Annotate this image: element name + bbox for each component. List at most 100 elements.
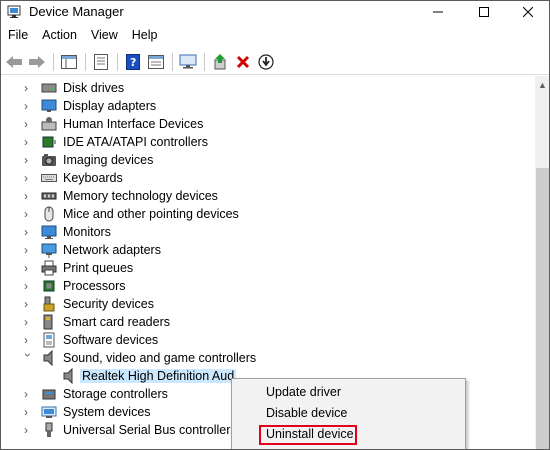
tree-item-label: Human Interface Devices bbox=[63, 117, 204, 131]
ide-controller-icon bbox=[42, 136, 56, 148]
chevron-right-icon[interactable]: › bbox=[24, 100, 34, 112]
download-icon bbox=[258, 53, 274, 70]
tree-item-label: Realtek High Definition Aud bbox=[80, 369, 237, 383]
chevron-right-icon[interactable]: › bbox=[24, 82, 34, 94]
context-menu: Update driver Disable device Uninstall d… bbox=[231, 378, 466, 449]
chevron-right-icon[interactable]: › bbox=[24, 406, 34, 418]
tree-item-memory-technology-devices[interactable]: › Memory technology devices bbox=[1, 187, 535, 205]
maximize-icon bbox=[479, 7, 489, 17]
smart-card-icon bbox=[43, 314, 53, 330]
chevron-right-icon[interactable]: › bbox=[24, 262, 34, 274]
scrollbar-thumb[interactable] bbox=[536, 168, 549, 449]
security-icon bbox=[43, 296, 55, 312]
tree-item-label: Software devices bbox=[63, 333, 159, 347]
menu-file[interactable]: File bbox=[1, 25, 35, 47]
chevron-right-icon[interactable]: › bbox=[24, 208, 34, 220]
chevron-right-icon[interactable]: › bbox=[24, 334, 34, 346]
minimize-button[interactable] bbox=[415, 1, 461, 23]
tree-item-ide-ata-atapi-controllers[interactable]: › IDE ATA/ATAPI controllers bbox=[1, 133, 535, 151]
toolbar-separator bbox=[53, 52, 54, 71]
update-driver-icon bbox=[214, 53, 226, 69]
scan-hardware-button[interactable] bbox=[177, 51, 199, 73]
chevron-right-icon[interactable]: › bbox=[24, 118, 34, 130]
tree-item-label: Monitors bbox=[63, 225, 111, 239]
minimize-icon bbox=[433, 11, 443, 13]
chevron-right-icon[interactable]: › bbox=[24, 298, 34, 310]
properties-icon bbox=[94, 53, 108, 70]
chevron-right-icon[interactable]: › bbox=[24, 316, 34, 328]
memory-icon bbox=[41, 192, 57, 200]
properties-button[interactable] bbox=[90, 51, 112, 73]
menu-help[interactable]: Help bbox=[125, 25, 165, 47]
show-hide-console-button[interactable] bbox=[58, 51, 80, 73]
chevron-right-icon[interactable]: › bbox=[24, 280, 34, 292]
context-disable-device[interactable]: Disable device bbox=[266, 406, 347, 420]
software-device-icon bbox=[43, 332, 55, 348]
tree-item-keyboards[interactable]: › Keyboards bbox=[1, 169, 535, 187]
menu-view[interactable]: View bbox=[84, 25, 125, 47]
help-icon: ? bbox=[126, 53, 140, 70]
monitor-icon bbox=[179, 54, 197, 68]
context-update-driver[interactable]: Update driver bbox=[266, 385, 341, 399]
svg-text:?: ? bbox=[130, 56, 136, 69]
tree-item-smart-card-readers[interactable]: › Smart card readers bbox=[1, 313, 535, 331]
menu-action[interactable]: Action bbox=[35, 25, 84, 47]
maximize-button[interactable] bbox=[461, 1, 507, 23]
chevron-right-icon[interactable]: › bbox=[24, 172, 34, 184]
vertical-scrollbar[interactable]: ▲ bbox=[535, 76, 549, 449]
tree-item-imaging-devices[interactable]: › Imaging devices bbox=[1, 151, 535, 169]
tree-item-label: Processors bbox=[63, 279, 126, 293]
view-icon bbox=[148, 54, 164, 69]
scroll-up-icon[interactable]: ▲ bbox=[538, 80, 547, 90]
tree-item-sound-video-game-controllers[interactable]: › Sound, video and game controllers bbox=[1, 349, 535, 367]
download-button[interactable] bbox=[255, 51, 277, 73]
tree-item-display-adapters[interactable]: › Display adapters bbox=[1, 97, 535, 115]
usb-icon bbox=[45, 422, 53, 437]
tree-item-software-devices[interactable]: › Software devices bbox=[1, 331, 535, 349]
tree-item-mice[interactable]: › Mice and other pointing devices bbox=[1, 205, 535, 223]
chevron-right-icon[interactable]: › bbox=[24, 244, 34, 256]
update-driver-button[interactable] bbox=[209, 51, 231, 73]
tree-item-label: Network adapters bbox=[63, 243, 161, 257]
tree-item-disk-drives[interactable]: › Disk drives bbox=[1, 79, 535, 97]
help-button[interactable]: ? bbox=[122, 51, 144, 73]
network-icon bbox=[41, 243, 57, 258]
view-button[interactable] bbox=[145, 51, 167, 73]
tree-item-processors[interactable]: › Processors bbox=[1, 277, 535, 295]
chevron-right-icon[interactable]: › bbox=[24, 190, 34, 202]
uninstall-button[interactable] bbox=[232, 51, 254, 73]
forward-button[interactable] bbox=[26, 51, 48, 73]
monitor-icon bbox=[41, 225, 57, 239]
toolbar-separator bbox=[172, 52, 173, 71]
toolbar-separator bbox=[204, 52, 205, 71]
tree-item-print-queues[interactable]: › Print queues bbox=[1, 259, 535, 277]
back-button[interactable] bbox=[3, 51, 25, 73]
chevron-right-icon[interactable]: › bbox=[24, 226, 34, 238]
title-bar[interactable]: Device Manager bbox=[1, 1, 549, 23]
tree-item-label: Print queues bbox=[63, 261, 134, 275]
chevron-right-icon[interactable]: › bbox=[24, 388, 34, 400]
disk-drive-icon bbox=[41, 83, 57, 93]
tree-item-security-devices[interactable]: › Security devices bbox=[1, 295, 535, 313]
tree-item-monitors[interactable]: › Monitors bbox=[1, 223, 535, 241]
tree-item-label: Sound, video and game controllers bbox=[63, 351, 257, 365]
tree-item-label: Universal Serial Bus controllers bbox=[63, 423, 237, 437]
device-manager-window: Device Manager File Action View Help ? ›… bbox=[0, 0, 550, 450]
tree-item-human-interface-devices[interactable]: › Human Interface Devices bbox=[1, 115, 535, 133]
close-button[interactable] bbox=[505, 1, 549, 23]
chevron-down-icon[interactable]: › bbox=[21, 353, 35, 363]
chevron-right-icon[interactable]: › bbox=[24, 154, 34, 166]
tree-item-network-adapters[interactable]: › Network adapters bbox=[1, 241, 535, 259]
speaker-icon bbox=[43, 350, 53, 366]
tree-item-label: Storage controllers bbox=[63, 387, 168, 401]
chevron-right-icon[interactable]: › bbox=[24, 424, 34, 436]
context-uninstall-device[interactable]: Uninstall device bbox=[266, 427, 354, 441]
toolbar: ? bbox=[1, 49, 549, 75]
tree-item-label: Imaging devices bbox=[63, 153, 154, 167]
mouse-icon bbox=[44, 206, 54, 222]
printer-icon bbox=[41, 260, 57, 276]
tree-item-label: Security devices bbox=[63, 297, 155, 311]
toolbar-separator bbox=[85, 52, 86, 71]
hid-icon bbox=[41, 117, 57, 131]
chevron-right-icon[interactable]: › bbox=[24, 136, 34, 148]
